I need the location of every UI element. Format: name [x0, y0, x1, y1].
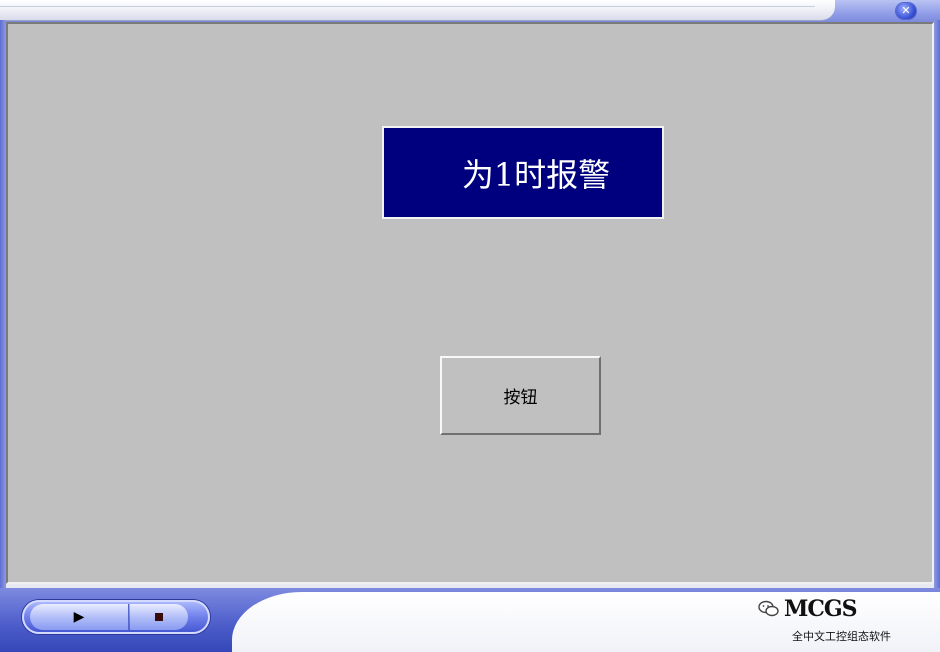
window-frame-right — [934, 20, 940, 590]
button-label: 按钮 — [503, 388, 538, 408]
title-bar: ✕ — [0, 0, 940, 24]
mcgs-logo: MCGS — [784, 596, 858, 622]
alarm-text: 为1时报警 — [461, 155, 611, 194]
play-icon: ▶ — [73, 609, 85, 625]
alarm-label: 为1时报警 — [382, 126, 664, 219]
runtime-canvas: 为1时报警 按钮 — [6, 22, 934, 584]
close-icon: ✕ — [901, 4, 911, 17]
stop-icon — [155, 613, 163, 621]
stop-button[interactable] — [130, 604, 188, 630]
title-strip — [0, 0, 835, 21]
play-button[interactable]: ▶ — [30, 604, 129, 630]
standard-button[interactable]: 按钮 — [440, 356, 601, 435]
title-strip-line — [0, 6, 815, 7]
wechat-icon — [758, 600, 779, 617]
brand-subtitle: 全中文工控组态软件 — [792, 630, 891, 643]
close-button[interactable]: ✕ — [896, 3, 916, 19]
